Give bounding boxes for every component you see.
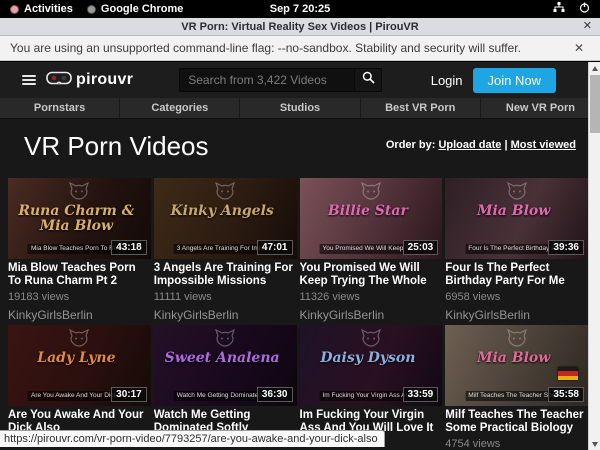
video-views: 19183 views xyxy=(8,291,151,303)
search-button[interactable] xyxy=(355,68,382,92)
video-title[interactable]: Four Is The Perfect Birthday Party For M… xyxy=(445,262,588,287)
duration-badge: 36:30 xyxy=(257,387,293,402)
video-studio-link[interactable]: KinkyGirlsBerlin xyxy=(8,308,151,322)
video-views: 4754 views xyxy=(445,438,588,450)
video-thumbnail[interactable]: Daisy Dyson Im Fucking Your Virgin Ass A… xyxy=(300,325,443,406)
video-thumbnail[interactable]: Lady Lyne Are You Awake And Your Dick Al… xyxy=(8,325,151,406)
duration-badge: 35:58 xyxy=(548,387,584,402)
clock[interactable]: Sep 7 20:25 xyxy=(270,3,331,15)
studio-watermark-icon xyxy=(361,182,381,205)
video-card[interactable]: Mia Blow Milf Teaches The Teacher Some P… xyxy=(445,325,588,450)
nav-item-pornstars[interactable]: Pornstars xyxy=(0,98,119,118)
studio-watermark-icon xyxy=(507,182,527,205)
activities-label: Activities xyxy=(24,3,73,15)
thumbnail-overlay-title: Kinky Angels xyxy=(154,204,291,219)
video-thumbnail[interactable]: Sweet Analena Watch Me Getting Dominated… xyxy=(154,325,297,406)
sandbox-warning-infobar: You are using an unsupported command-lin… xyxy=(0,36,600,61)
video-studio-link[interactable]: KinkyGirlsBerlin xyxy=(445,308,588,322)
video-thumbnail[interactable]: Mia Blow Four Is The Perfect Birthday Pa… xyxy=(445,178,588,259)
nav-item-studios[interactable]: Studios xyxy=(240,98,359,118)
studio-watermark-icon xyxy=(507,329,527,352)
activities-button[interactable]: Activities xyxy=(10,3,73,15)
thumbnail-overlay-title: Lady Lyne xyxy=(8,351,145,366)
video-title[interactable]: You Promised We Will Keep Trying The Who… xyxy=(300,262,443,287)
infobar-close-button[interactable]: ✕ xyxy=(574,41,584,55)
thumbnail-overlay-title: Daisy Dyson xyxy=(300,351,437,366)
studio-watermark-icon xyxy=(215,182,235,205)
video-studio-link[interactable]: KinkyGirlsBerlin xyxy=(300,308,443,322)
nav-item-best-vr-porn[interactable]: Best VR Porn xyxy=(361,98,480,118)
recording-indicator-icon xyxy=(10,5,19,14)
duration-badge: 30:17 xyxy=(111,387,147,402)
duration-badge: 25:03 xyxy=(403,240,439,255)
gnome-top-bar: Activities Google Chrome Sep 7 20:25 xyxy=(0,0,600,18)
site-header: pirouvr Login Join Now xyxy=(0,62,600,98)
video-card[interactable]: Mia Blow Four Is The Perfect Birthday Pa… xyxy=(445,178,588,322)
nav-item-new-vr-porn[interactable]: New VR Porn xyxy=(481,98,600,118)
video-title[interactable]: Milf Teaches The Teacher Some Practical … xyxy=(445,409,588,434)
duration-badge: 33:59 xyxy=(403,387,439,402)
infobar-message: You are using an unsupported command-lin… xyxy=(10,41,521,55)
duration-badge: 43:18 xyxy=(111,240,147,255)
scroll-down-arrow[interactable] xyxy=(589,438,600,450)
order-by: Order by: Upload date | Most viewed xyxy=(386,139,576,151)
scrollbar-thumb[interactable] xyxy=(590,75,600,133)
video-studio-link[interactable]: KinkyGirlsBerlin xyxy=(154,308,297,322)
video-thumbnail[interactable]: Billie Star You Promised We Will Keep Tr… xyxy=(300,178,443,259)
thumbnail-overlay-title: Billie Star xyxy=(300,204,437,219)
video-views: 11326 views xyxy=(300,291,443,303)
join-now-button[interactable]: Join Now xyxy=(473,68,556,93)
studio-watermark-icon xyxy=(361,329,381,352)
vertical-scrollbar[interactable] xyxy=(588,62,600,450)
duration-badge: 47:01 xyxy=(257,240,293,255)
page-title: VR Porn Videos xyxy=(24,131,209,162)
video-thumbnail[interactable]: Kinky Angels 3 Angels Are Training For I… xyxy=(154,178,297,259)
scroll-up-arrow[interactable] xyxy=(589,62,600,74)
search-icon xyxy=(362,71,375,89)
order-by-upload-date-link[interactable]: Upload date xyxy=(438,139,501,151)
video-card[interactable]: Runa Charm & Mia Blow Mia Blow Teaches P… xyxy=(8,178,151,322)
app-menu[interactable]: Google Chrome xyxy=(87,3,184,15)
thumbnail-overlay-title: Mia Blow xyxy=(445,351,582,366)
nav-item-categories[interactable]: Categories xyxy=(120,98,239,118)
window-close-button[interactable]: ✕ xyxy=(583,19,592,32)
order-by-most-viewed-link[interactable]: Most viewed xyxy=(511,139,576,151)
app-menu-label: Google Chrome xyxy=(101,3,184,15)
login-link[interactable]: Login xyxy=(431,73,463,88)
video-title[interactable]: 3 Angels Are Training For Impossible Mis… xyxy=(154,262,297,287)
studio-watermark-icon xyxy=(69,329,89,352)
video-grid: Runa Charm & Mia Blow Mia Blow Teaches P… xyxy=(0,178,600,450)
page-head: VR Porn Videos Order by: Upload date | M… xyxy=(0,119,600,178)
search-input[interactable] xyxy=(179,68,355,92)
video-thumbnail[interactable]: Mia Blow Milf Teaches The Teacher Some P… xyxy=(445,325,588,406)
video-thumbnail[interactable]: Runa Charm & Mia Blow Mia Blow Teaches P… xyxy=(8,178,151,259)
thumbnail-overlay-title: Sweet Analena xyxy=(154,351,291,366)
order-by-label: Order by: xyxy=(386,139,436,151)
thumbnail-overlay-title: Runa Charm & Mia Blow xyxy=(8,204,145,234)
window-titlebar: VR Porn: Virtual Reality Sex Videos | Pi… xyxy=(0,18,600,36)
window-title: VR Porn: Virtual Reality Sex Videos | Pi… xyxy=(181,21,418,33)
vr-goggles-icon xyxy=(46,71,72,90)
power-icon[interactable] xyxy=(579,2,590,16)
video-card[interactable]: Kinky Angels 3 Angels Are Training For I… xyxy=(154,178,297,322)
german-flag-icon xyxy=(558,367,578,380)
browser-viewport: pirouvr Login Join Now Pornstars Categor… xyxy=(0,62,600,450)
studio-watermark-icon xyxy=(215,329,235,352)
video-title[interactable]: Mia Blow Teaches Porn To Runa Charm Pt 2 xyxy=(8,262,151,287)
site-logo-text: pirouvr xyxy=(76,71,133,89)
search-box xyxy=(179,68,382,92)
chrome-app-icon xyxy=(87,5,96,14)
network-icon[interactable] xyxy=(553,2,565,16)
menu-icon[interactable] xyxy=(22,75,36,85)
thumbnail-overlay-title: Mia Blow xyxy=(445,204,582,219)
video-card[interactable]: Billie Star You Promised We Will Keep Tr… xyxy=(300,178,443,322)
studio-watermark-icon xyxy=(69,182,89,205)
site-logo[interactable]: pirouvr xyxy=(46,71,133,90)
duration-badge: 39:36 xyxy=(548,240,584,255)
main-nav: Pornstars Categories Studios Best VR Por… xyxy=(0,98,600,119)
video-views: 11111 views xyxy=(154,291,297,303)
video-views: 6958 views xyxy=(445,291,588,303)
status-url-tooltip: https://pirouvr.com/vr-porn-video/779325… xyxy=(0,430,385,447)
